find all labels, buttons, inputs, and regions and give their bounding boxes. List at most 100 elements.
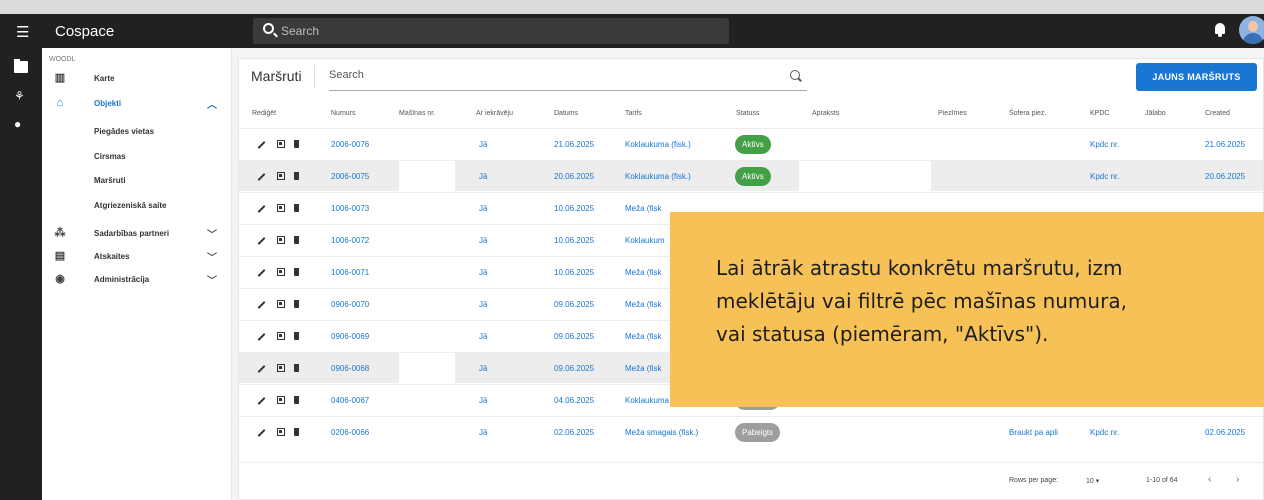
prev-page-icon[interactable]: ‹	[1208, 474, 1211, 485]
table-row[interactable]: 0206-0066 Jā 02.06.2025 Meža smagais (fisk.…	[239, 416, 1263, 447]
delete-icon[interactable]	[294, 364, 299, 372]
edit-icon[interactable]	[257, 269, 266, 277]
copy-icon[interactable]	[277, 300, 285, 308]
route-number-link[interactable]: 2006-0076	[331, 140, 369, 149]
tariff-link[interactable]: Meža (fisk	[625, 268, 661, 277]
column-header-kpdc[interactable]: KPDC	[1090, 110, 1109, 117]
route-number-link[interactable]: 1006-0072	[331, 236, 369, 245]
sidebar: WOODL ▥ Karte ⌂ Objekti ︿ Piegādes vieta…	[42, 48, 232, 500]
tariff-link[interactable]: Meža (fisk	[625, 300, 661, 309]
column-header-jalabo[interactable]: Jālabo	[1145, 110, 1166, 117]
user-avatar[interactable]	[1239, 16, 1264, 44]
hamburger-menu-icon[interactable]: ☰	[16, 23, 29, 41]
user-pin-icon[interactable]: ●	[14, 118, 28, 130]
edit-icon[interactable]	[257, 301, 266, 309]
search-icon[interactable]	[790, 70, 800, 80]
sidebar-subitem-atgriezeniska-saite[interactable]: Atgriezeniskā saite	[94, 201, 166, 210]
table-search-input[interactable]: Search	[329, 69, 364, 81]
car-cell	[399, 161, 455, 192]
delete-icon[interactable]	[294, 268, 299, 276]
tariff-link[interactable]: Meža (fisk	[625, 332, 661, 341]
notification-bell-icon[interactable]	[1214, 23, 1226, 37]
column-header-car[interactable]: Mašīnas nr.	[399, 110, 435, 117]
tariff-link[interactable]: Meža (fisk	[625, 204, 661, 213]
column-header-loader[interactable]: Ar iekrāvēju	[476, 110, 513, 117]
delete-icon[interactable]	[294, 300, 299, 308]
admin-icon: ◉	[55, 273, 65, 285]
sidebar-subitem-piegades-vietas[interactable]: Piegādes vietas	[94, 127, 154, 136]
tariff-link[interactable]: Koklaukuma (fisk.)	[625, 140, 691, 149]
edit-icon[interactable]	[257, 237, 266, 245]
tariff-link[interactable]: Koklaukuma (fisk.)	[625, 172, 691, 181]
edit-icon[interactable]	[257, 397, 266, 405]
tariff-link[interactable]: Meža (fisk	[625, 364, 661, 373]
copy-icon[interactable]	[277, 396, 285, 404]
delete-icon[interactable]	[294, 332, 299, 340]
next-page-icon[interactable]: ›	[1236, 474, 1239, 485]
table-row[interactable]: 2006-0076 Jā 21.06.2025 Koklaukuma (fisk.) K…	[239, 128, 1263, 159]
sidebar-item-administracija[interactable]: ◉ Administrācija ﹀	[42, 267, 232, 291]
folder-icon[interactable]	[14, 59, 28, 73]
copy-icon[interactable]	[277, 204, 285, 212]
tariff-link[interactable]: Meža smagais (fisk.)	[625, 428, 698, 437]
column-header-tariff[interactable]: Tarifs	[625, 110, 642, 117]
edit-icon[interactable]	[257, 365, 266, 373]
chevron-down-icon[interactable]: ﹀	[206, 226, 218, 241]
copy-icon[interactable]	[277, 268, 285, 276]
delete-icon[interactable]	[294, 204, 299, 212]
copy-icon[interactable]	[277, 172, 285, 180]
date-cell: 10.06.2025	[554, 268, 595, 277]
column-header-created[interactable]: Created	[1205, 110, 1230, 117]
edit-icon[interactable]	[257, 173, 266, 181]
kpdc-link[interactable]: Kpdc nr.	[1090, 140, 1119, 149]
new-route-button[interactable]: JAUNS MARŠRUTS	[1136, 63, 1257, 91]
sidebar-item-objekti[interactable]: ⌂ Objekti ︿	[42, 91, 232, 115]
route-number-link[interactable]: 0906-0068	[331, 364, 369, 373]
route-number-link[interactable]: 0906-0070	[331, 300, 369, 309]
column-header-date[interactable]: Datums	[554, 110, 578, 117]
column-header-notes[interactable]: Piezīmes	[938, 110, 967, 117]
copy-icon[interactable]	[277, 236, 285, 244]
row-actions	[255, 299, 305, 310]
route-number-link[interactable]: 0406-0067	[331, 396, 369, 405]
route-number-link[interactable]: 0906-0069	[331, 332, 369, 341]
column-header-edit: Rediģēt	[252, 110, 277, 117]
column-header-status[interactable]: Statuss	[736, 110, 759, 117]
copy-icon[interactable]	[277, 332, 285, 340]
copy-icon[interactable]	[277, 428, 285, 436]
sidebar-subitem-cirsmas[interactable]: Cirsmas	[94, 152, 126, 161]
global-search-input[interactable]: Search	[253, 18, 729, 44]
chevron-down-icon[interactable]: ﹀	[206, 272, 218, 287]
edit-icon[interactable]	[257, 429, 266, 437]
tree-icon[interactable]: ⚘	[14, 90, 28, 102]
delete-icon[interactable]	[294, 428, 299, 436]
column-header-driver-notes[interactable]: Šofera piez.	[1009, 110, 1046, 117]
rows-per-page-select[interactable]: 10 ▾	[1086, 477, 1099, 485]
sidebar-subitem-marsruti[interactable]: Maršruti	[94, 176, 126, 185]
route-number-link[interactable]: 0206-0066	[331, 428, 369, 437]
sidebar-item-karte[interactable]: ▥ Karte	[42, 66, 232, 90]
delete-icon[interactable]	[294, 172, 299, 180]
delete-icon[interactable]	[294, 236, 299, 244]
sidebar-item-atskaites[interactable]: ▤ Atskaites ﹀	[42, 244, 232, 268]
copy-icon[interactable]	[277, 364, 285, 372]
route-number-link[interactable]: 1006-0071	[331, 268, 369, 277]
edit-icon[interactable]	[257, 205, 266, 213]
chevron-down-icon[interactable]: ﹀	[206, 249, 218, 264]
delete-icon[interactable]	[294, 140, 299, 148]
kpdc-link[interactable]: Kpdc nr.	[1090, 428, 1119, 437]
chevron-up-icon[interactable]: ︿	[206, 96, 218, 111]
copy-icon[interactable]	[277, 140, 285, 148]
table-row[interactable]: 2006-0075 Jā 20.06.2025 Koklaukuma (fisk.) K…	[239, 160, 1263, 192]
edit-icon[interactable]	[257, 141, 266, 149]
kpdc-link[interactable]: Kpdc nr.	[1090, 172, 1119, 181]
delete-icon[interactable]	[294, 396, 299, 404]
tariff-link[interactable]: Koklaukum	[625, 236, 665, 245]
edit-icon[interactable]	[257, 333, 266, 341]
sidebar-item-sadarbibas-partneri[interactable]: ⁂ Sadarbības partneri ﹀	[42, 221, 232, 245]
route-number-link[interactable]: 1006-0073	[331, 204, 369, 213]
column-header-description[interactable]: Apraksts	[812, 110, 839, 117]
column-header-number[interactable]: Numurs	[331, 110, 356, 117]
route-number-link[interactable]: 2006-0075	[331, 172, 369, 181]
status-badge: Aktīvs	[735, 167, 771, 186]
